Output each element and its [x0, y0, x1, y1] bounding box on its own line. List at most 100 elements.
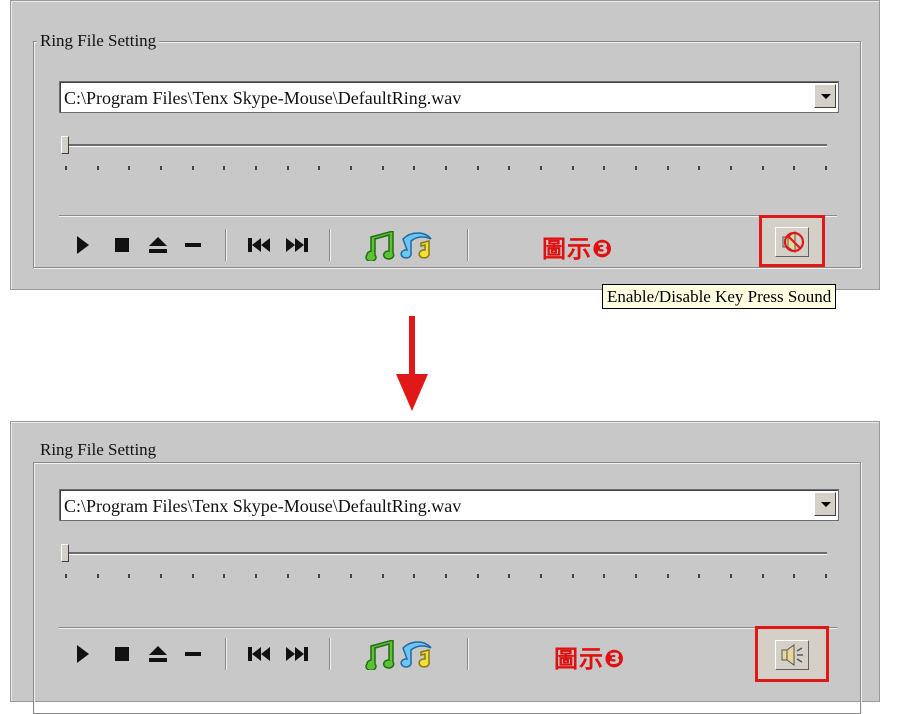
green-music-notes-icon [365, 231, 395, 261]
slider-tick [540, 574, 542, 578]
key-sound-highlight [759, 215, 825, 267]
slider-tick [287, 166, 289, 170]
annotation-label: 圖示❸ [542, 235, 614, 263]
slider-tick [318, 166, 320, 170]
down-arrow [396, 316, 428, 411]
toolbar-separator [59, 627, 837, 629]
slider-tick [572, 166, 574, 170]
green-music-notes-icon [365, 640, 395, 670]
next-track-button[interactable] [281, 641, 309, 667]
slider-tick [318, 574, 320, 578]
volume-slider-track[interactable] [65, 552, 827, 555]
green-music-button[interactable] [361, 230, 395, 262]
slider-tick [793, 166, 795, 170]
slider-tick [730, 574, 732, 578]
blue-music-notes-icon [400, 232, 432, 259]
slider-tick [477, 574, 479, 578]
key-sound-highlight [755, 626, 829, 682]
toolbar-divider [467, 229, 469, 261]
slider-tick [65, 166, 67, 170]
muted-speaker-icon [782, 231, 805, 253]
green-music-button[interactable] [361, 639, 395, 671]
slider-tick [698, 166, 700, 170]
slider-tick [192, 166, 194, 170]
slider-tick [160, 166, 162, 170]
slider-tick [825, 574, 827, 578]
dropdown-arrow-button[interactable] [814, 84, 836, 108]
minus-icon [185, 652, 201, 656]
slider-tick [192, 574, 194, 578]
play-icon [77, 645, 89, 663]
ring-file-combobox[interactable]: C:\Program Files\Tenx Skype-Mouse\Defaul… [59, 81, 839, 113]
toolbar-separator [59, 215, 837, 217]
ring-file-combobox[interactable]: C:\Program Files\Tenx Skype-Mouse\Defaul… [59, 489, 839, 521]
blue-music-notes-icon [400, 641, 432, 668]
slider-tick [287, 574, 289, 578]
minus-button[interactable] [183, 641, 203, 667]
slider-tick [223, 574, 225, 578]
eject-icon [149, 646, 167, 662]
toolbar-divider [329, 229, 331, 261]
key-press-sound-toggle[interactable] [775, 640, 809, 670]
slider-tick [825, 166, 827, 170]
slider-tick [413, 574, 415, 578]
volume-slider-track[interactable] [65, 144, 827, 147]
next-track-icon [286, 238, 308, 252]
toolbar-divider [329, 638, 331, 670]
bottom-panel: Ring File Setting C:\Program Files\Tenx … [10, 421, 880, 714]
eject-button[interactable] [146, 232, 170, 258]
slider-tick [382, 574, 384, 578]
toolbar-divider [225, 638, 227, 670]
stop-icon [115, 647, 129, 661]
eject-button[interactable] [146, 641, 170, 667]
volume-slider-thumb[interactable] [61, 544, 69, 562]
slider-ticks [65, 574, 827, 578]
slider-tick [793, 574, 795, 578]
slider-tick [350, 574, 352, 578]
group-title: Ring File Setting [37, 440, 160, 460]
slider-tick [667, 574, 669, 578]
dropdown-arrow-button[interactable] [814, 492, 836, 516]
minus-icon [185, 243, 201, 247]
slider-tick [603, 166, 605, 170]
volume-slider-thumb[interactable] [61, 136, 69, 154]
slider-tick [382, 166, 384, 170]
slider-tick [97, 574, 99, 578]
speaker-on-icon [781, 644, 803, 666]
slider-tick [97, 166, 99, 170]
next-track-icon [286, 647, 308, 661]
play-icon [77, 236, 89, 254]
slider-tick [445, 574, 447, 578]
play-button[interactable] [73, 232, 93, 258]
slider-tick [413, 166, 415, 170]
slider-tick [635, 574, 637, 578]
slider-tick [350, 166, 352, 170]
blue-music-button[interactable] [399, 639, 435, 671]
stop-button[interactable] [112, 232, 132, 258]
slider-tick [572, 574, 574, 578]
slider-tick [762, 574, 764, 578]
blue-music-button[interactable] [399, 230, 435, 262]
slider-tick [445, 166, 447, 170]
slider-tick [603, 574, 605, 578]
slider-tick [508, 574, 510, 578]
slider-ticks [65, 166, 827, 170]
next-track-button[interactable] [281, 232, 309, 258]
key-press-sound-tooltip: Enable/Disable Key Press Sound [602, 284, 837, 309]
slider-tick [65, 574, 67, 578]
slider-tick [540, 166, 542, 170]
slider-tick [223, 166, 225, 170]
stop-button[interactable] [112, 641, 132, 667]
key-press-sound-toggle[interactable] [775, 227, 809, 257]
minus-button[interactable] [183, 232, 203, 258]
play-button[interactable] [73, 641, 93, 667]
slider-tick [635, 166, 637, 170]
toolbar-divider [467, 638, 469, 670]
previous-track-button[interactable] [247, 641, 275, 667]
slider-tick [762, 166, 764, 170]
stop-icon [115, 238, 129, 252]
previous-track-icon [248, 647, 270, 661]
previous-track-button[interactable] [247, 232, 275, 258]
annotation-label: 圖示❸ [554, 645, 626, 673]
slider-tick [255, 574, 257, 578]
